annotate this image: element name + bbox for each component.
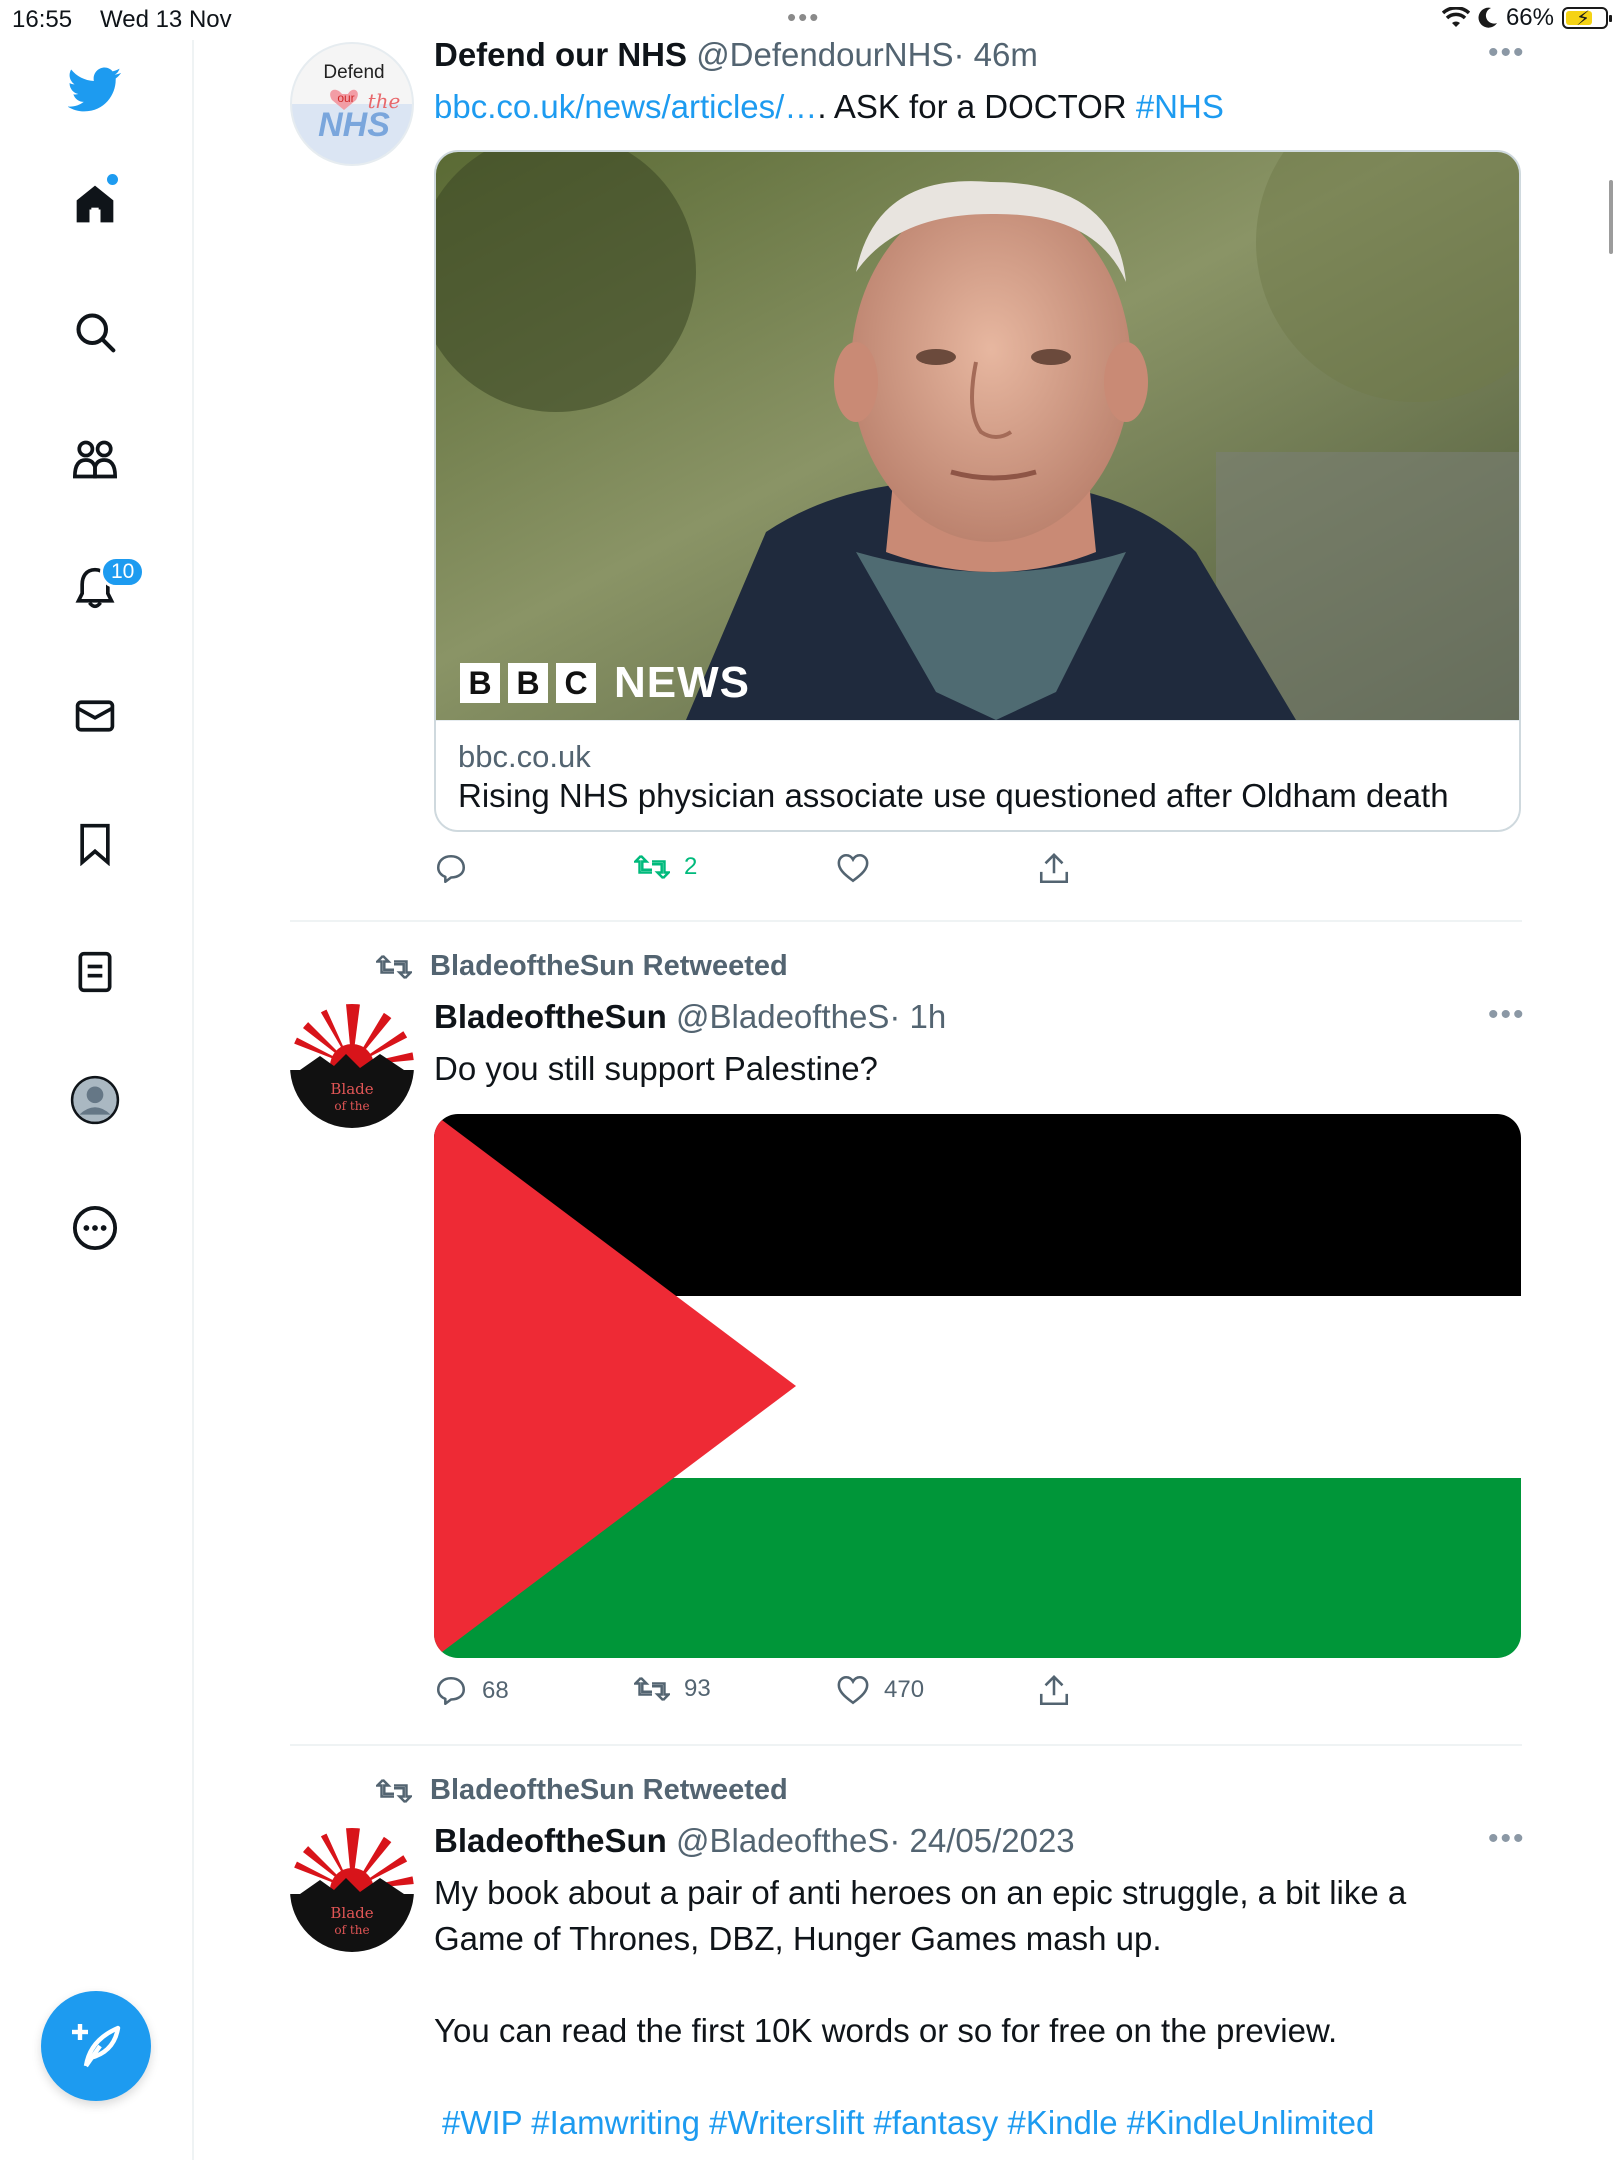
tweet-text-line: My book about a pair of anti heroes on a… (434, 1874, 1407, 1911)
svg-text:Blade: Blade (330, 1904, 373, 1922)
tweet-text-part: . ASK for a DOCTOR (817, 88, 1136, 125)
heart-icon (837, 853, 869, 883)
avatar[interactable]: Blade of the (290, 1828, 414, 1952)
svg-text:of the: of the (334, 1099, 369, 1113)
link-card[interactable]: B B C NEWS bbc.co.uk Rising NHS physicia… (434, 150, 1521, 832)
bbc-news-logo: B B C NEWS (460, 658, 750, 708)
reply-button[interactable] (434, 852, 482, 886)
svg-text:NHS: NHS (318, 106, 390, 144)
like-button[interactable] (836, 852, 884, 884)
tweet-image[interactable] (434, 1114, 1521, 1658)
timestamp[interactable]: · 1h (889, 998, 946, 1035)
retweet-context: BladeoftheSun Retweeted (376, 1774, 788, 1807)
more-options-icon[interactable]: ••• (1488, 1822, 1526, 1856)
tweet-link[interactable]: bbc.co.uk/news/articles/… (434, 88, 817, 125)
svg-text:Blade: Blade (330, 1080, 373, 1098)
share-button[interactable] (1038, 852, 1070, 886)
retweet-icon (634, 855, 670, 879)
tweet-text-line: You can read the first 10K words or so f… (434, 2012, 1338, 2049)
hashtag-links[interactable]: #WIP #Iamwriting #Writerslift #fantasy #… (442, 2100, 1374, 2146)
logo-letter: C (556, 663, 596, 703)
card-domain: bbc.co.uk (458, 739, 591, 774)
svg-text:of the: of the (334, 1923, 369, 1937)
svg-text:Defend: Defend (323, 62, 384, 83)
reply-button[interactable]: 68 (434, 1674, 509, 1708)
like-count: 470 (884, 1676, 925, 1703)
display-name[interactable]: BladeoftheSun (434, 998, 667, 1035)
more-options-icon[interactable]: ••• (1488, 998, 1526, 1032)
card-meta: bbc.co.uk Rising NHS physician associate… (436, 720, 1519, 830)
card-title: Rising NHS physician associate use quest… (458, 777, 1449, 814)
handle[interactable]: @DefendourNHS (696, 36, 953, 73)
card-image: B B C NEWS (436, 152, 1519, 720)
share-button[interactable] (1038, 1674, 1070, 1708)
tweet-header: Defend our NHS @DefendourNHS· 46m (434, 36, 1038, 74)
logo-word: NEWS (614, 658, 750, 707)
timestamp[interactable]: · 46m (953, 36, 1037, 73)
share-icon (1039, 853, 1069, 884)
tweet[interactable]: BladeoftheSun Retweeted Blade of the Bla… (0, 1746, 1620, 2160)
tweet[interactable]: Defend our the NHS Defend our NHS @Defen… (0, 0, 1620, 920)
retweet-count: 2 (684, 853, 698, 880)
like-button[interactable]: 470 (836, 1674, 924, 1706)
retweet-count: 93 (684, 1675, 711, 1702)
display-name[interactable]: BladeoftheSun (434, 1822, 667, 1859)
blade-of-the-sun-logo: Blade of the (290, 1004, 414, 1128)
tweet[interactable]: BladeoftheSun Retweeted Blade of the Bla… (0, 922, 1620, 1742)
avatar[interactable]: Defend our the NHS (290, 42, 414, 166)
display-name[interactable]: Defend our NHS (434, 36, 687, 73)
palestine-flag (434, 1114, 1521, 1658)
hashtag-link[interactable]: #NHS (1136, 88, 1224, 125)
tweet-actions: 68 93 470 (434, 1674, 1074, 1714)
defend-nhs-logo: Defend our the NHS (292, 62, 412, 164)
tweet-header: BladeoftheSun @BladeoftheS· 24/05/2023 (434, 1822, 1075, 1860)
timestamp[interactable]: · 24/05/2023 (889, 1822, 1074, 1859)
svg-text:our: our (337, 91, 354, 105)
avatar[interactable]: Blade of the (290, 1004, 414, 1128)
share-icon (1039, 1675, 1069, 1706)
tweet-text: bbc.co.uk/news/articles/…. ASK for a DOC… (434, 84, 1224, 130)
tweet-text: Do you still support Palestine? (434, 1050, 878, 1087)
logo-letter: B (460, 663, 500, 703)
tweet-header: BladeoftheSun @BladeoftheS· 1h (434, 998, 946, 1036)
reply-icon (436, 854, 466, 884)
tweet-actions: 2 (434, 852, 1074, 892)
blade-of-the-sun-logo: Blade of the (290, 1828, 414, 1952)
reply-icon (436, 1676, 466, 1706)
retweet-icon (376, 954, 412, 979)
handle[interactable]: @BladeoftheS (676, 1822, 889, 1859)
handle[interactable]: @BladeoftheS (676, 998, 889, 1035)
retweet-icon (634, 1677, 670, 1701)
retweet-context-label[interactable]: BladeoftheSun Retweeted (430, 1774, 788, 1807)
retweet-button[interactable]: 93 (634, 1674, 711, 1704)
tweet-text-line: Game of Thrones, DBZ, Hunger Games mash … (434, 1920, 1162, 1957)
more-options-icon[interactable]: ••• (1488, 36, 1526, 70)
heart-icon (837, 1675, 869, 1705)
retweet-context-label[interactable]: BladeoftheSun Retweeted (430, 950, 788, 983)
retweet-context: BladeoftheSun Retweeted (376, 950, 788, 983)
logo-letter: B (508, 663, 548, 703)
retweet-icon (376, 1778, 412, 1803)
retweet-button[interactable]: 2 (634, 852, 697, 882)
reply-count: 68 (482, 1677, 509, 1704)
